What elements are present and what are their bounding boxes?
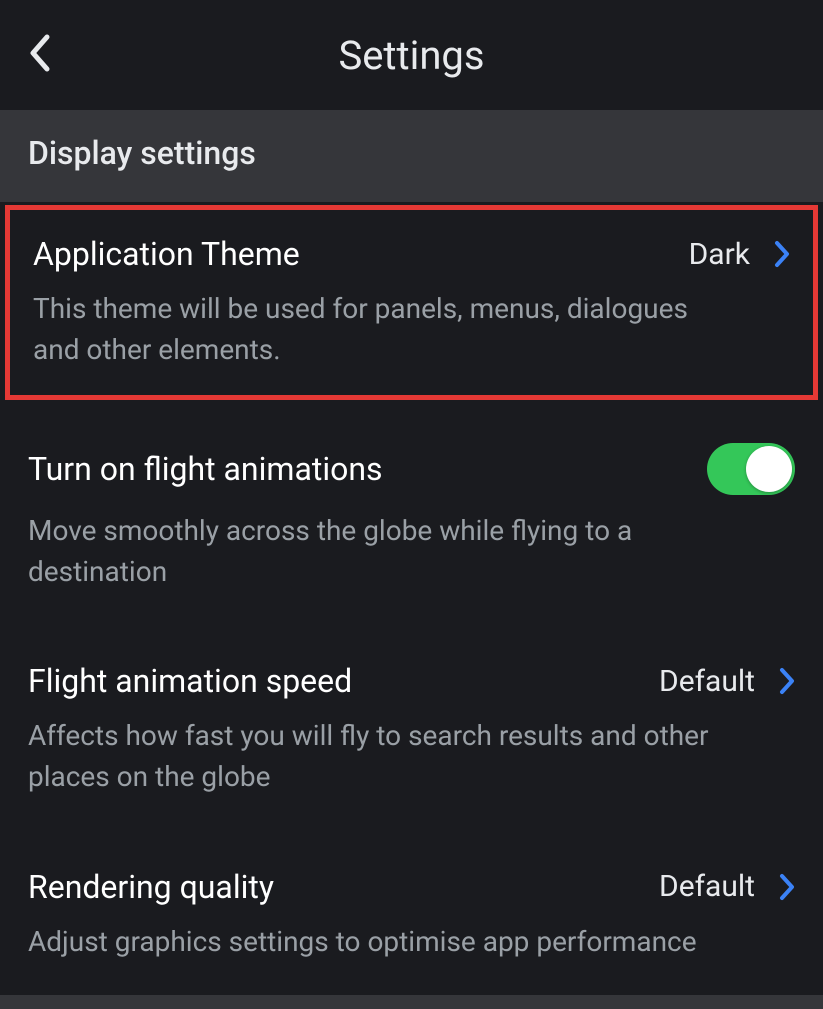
chevron-right-icon	[779, 667, 795, 695]
chevron-left-icon	[28, 34, 50, 72]
setting-description: Move smoothly across the globe while fly…	[28, 511, 718, 592]
chevron-right-icon	[779, 873, 795, 901]
section-header: Display settings	[0, 110, 823, 202]
page-title: Settings	[0, 32, 823, 79]
setting-title: Application Theme	[33, 235, 300, 273]
bottom-bar	[0, 995, 823, 1009]
setting-description: Adjust graphics settings to optimise app…	[28, 922, 718, 963]
setting-description: This theme will be used for panels, menu…	[33, 289, 723, 370]
setting-title: Rendering quality	[28, 868, 274, 906]
flight-animations-toggle[interactable]	[707, 443, 795, 495]
setting-application-theme[interactable]: Application Theme Dark This theme will b…	[5, 205, 818, 400]
setting-flight-animation-speed[interactable]: Flight animation speed Default Affects h…	[0, 622, 823, 827]
setting-value: Default	[659, 869, 755, 904]
header: Settings	[0, 0, 823, 110]
setting-description: Affects how fast you will fly to search …	[28, 716, 718, 797]
setting-rendering-quality[interactable]: Rendering quality Default Adjust graphic…	[0, 828, 823, 993]
setting-value: Default	[659, 664, 755, 699]
chevron-right-icon	[774, 240, 790, 268]
setting-flight-animations[interactable]: Turn on flight animations Move smoothly …	[0, 403, 823, 622]
settings-list: Application Theme Dark This theme will b…	[0, 205, 823, 992]
setting-title: Flight animation speed	[28, 662, 352, 700]
back-button[interactable]	[28, 34, 50, 76]
toggle-knob	[746, 446, 792, 492]
setting-title: Turn on flight animations	[28, 450, 383, 488]
setting-value: Dark	[689, 237, 750, 272]
